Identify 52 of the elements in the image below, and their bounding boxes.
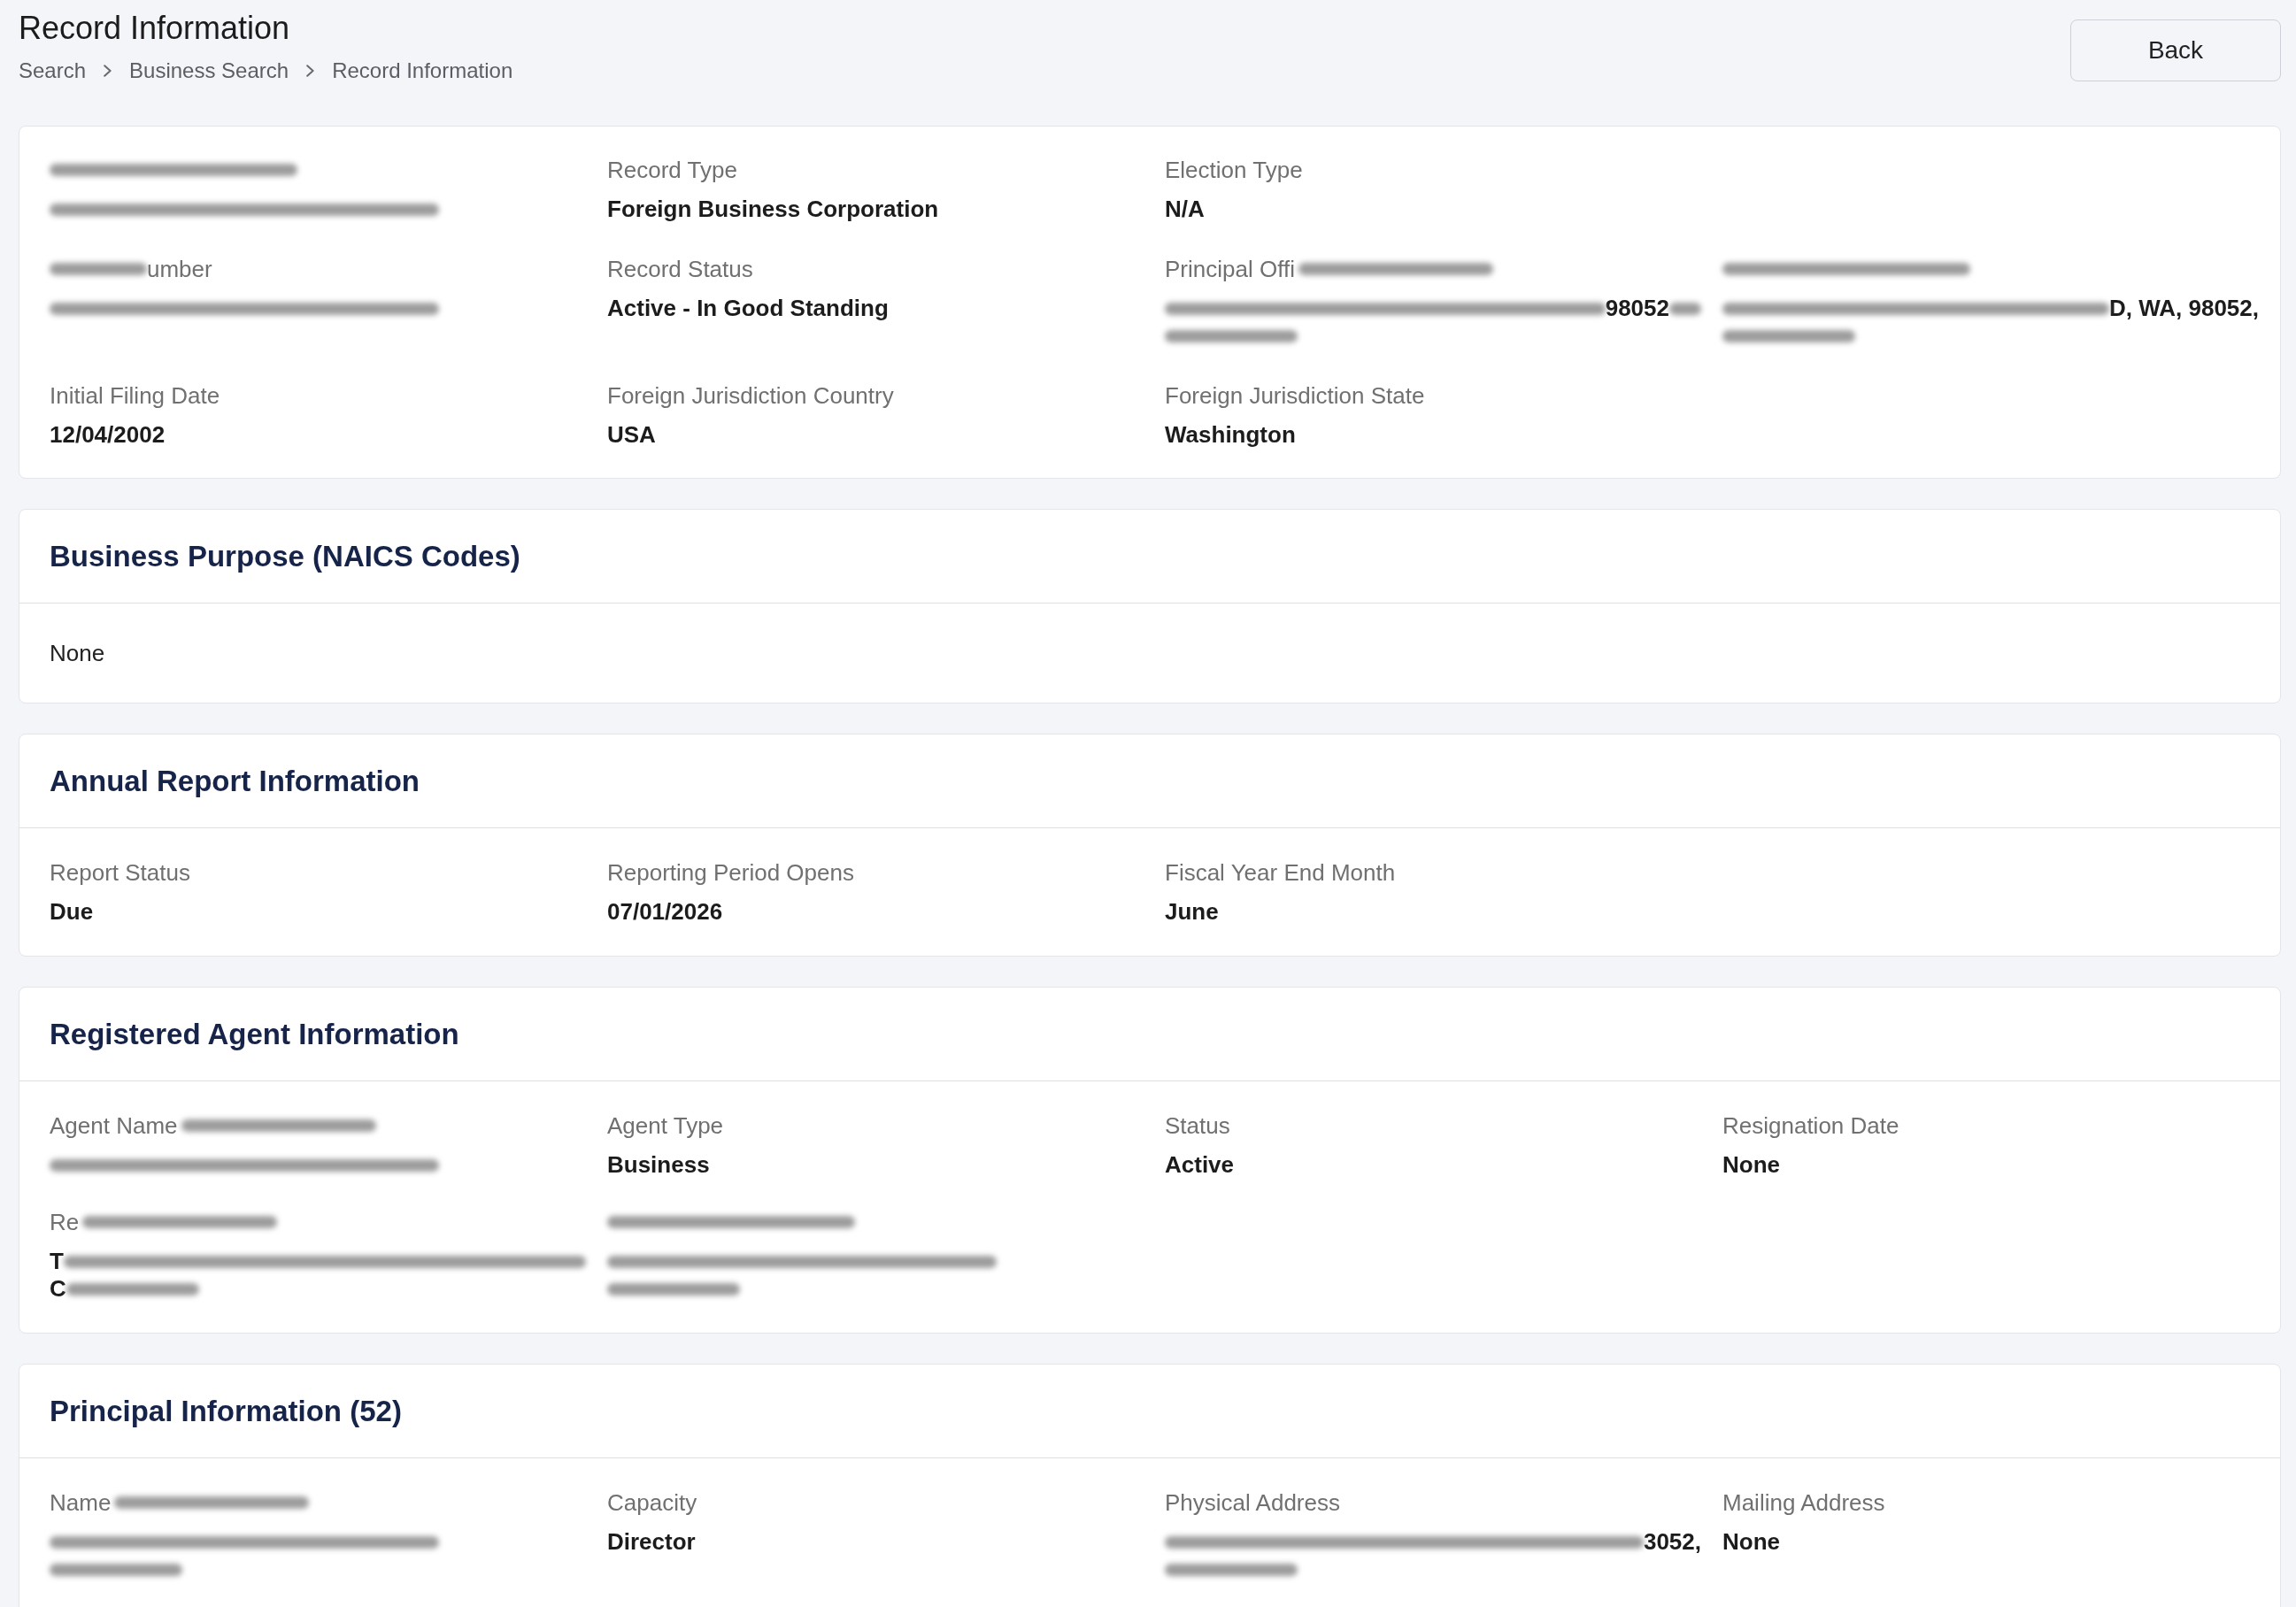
section-title: Annual Report Information [50, 763, 420, 799]
section-title: Business Purpose (NAICS Codes) [50, 538, 520, 574]
blurred-text [1669, 302, 1701, 315]
page-title: Record Information [19, 11, 291, 46]
field-label: Re [50, 1208, 80, 1236]
field-value: N/A [1165, 196, 1205, 223]
field-value: Business [607, 1151, 710, 1179]
field-value: None [1722, 1151, 1780, 1179]
field-value: T [50, 1248, 64, 1275]
breadcrumb-link[interactable]: Search [19, 58, 87, 84]
field-value: Active - In Good Standing [607, 295, 889, 322]
field-value: Director [607, 1528, 696, 1556]
field-value: C [50, 1275, 66, 1303]
field-value: USA [607, 421, 656, 449]
field-label: Reporting Period Opens [607, 858, 854, 887]
field-label: Capacity [607, 1488, 697, 1517]
field-value: 3052, [1643, 1528, 1701, 1556]
breadcrumb-link[interactable]: Business Search [129, 58, 289, 84]
field-label: Physical Address [1165, 1488, 1340, 1517]
field-value: Washington [1165, 421, 1296, 449]
field-label: Principal Offi [1165, 255, 1295, 283]
field-value: Foreign Business Corporation [607, 196, 939, 223]
field-label: Record Type [607, 156, 737, 184]
field-label: Record Status [607, 255, 753, 283]
section-title: Principal Information (52) [50, 1393, 402, 1429]
field-value: 12/04/2002 [50, 421, 166, 449]
field-value: 07/01/2026 [607, 898, 723, 926]
back-button[interactable]: Back [2070, 19, 2281, 81]
field-label: Election Type [1165, 156, 1303, 184]
field-value: 98052 [1605, 295, 1669, 322]
field-value: June [1165, 898, 1219, 926]
section-text: None [50, 640, 105, 666]
chevron-right-icon [306, 65, 315, 77]
field-value: Due [50, 898, 94, 926]
breadcrumb-current: Record Information [332, 58, 513, 84]
field-label: Resignation Date [1722, 1111, 1899, 1140]
field-value: Active [1165, 1151, 1235, 1179]
field-label: Mailing Address [1722, 1488, 1885, 1517]
field-label: umber [147, 255, 212, 283]
field-label: Fiscal Year End Month [1165, 858, 1396, 887]
field-label: Initial Filing Date [50, 381, 220, 410]
field-value: D, WA, 98052, [2108, 295, 2259, 322]
section-title: Registered Agent Information [50, 1016, 459, 1052]
field-label: Foreign Jurisdiction State [1165, 381, 1425, 410]
field-label: Status [1165, 1111, 1230, 1140]
field-label: Report Status [50, 858, 190, 887]
field-label: Agent Name [50, 1111, 178, 1140]
field-value: None [1722, 1528, 1780, 1556]
field-label: Name [50, 1488, 112, 1517]
field-label: Foreign Jurisdiction Country [607, 381, 894, 410]
chevron-right-icon [104, 65, 112, 77]
field-label: Agent Type [607, 1111, 724, 1140]
